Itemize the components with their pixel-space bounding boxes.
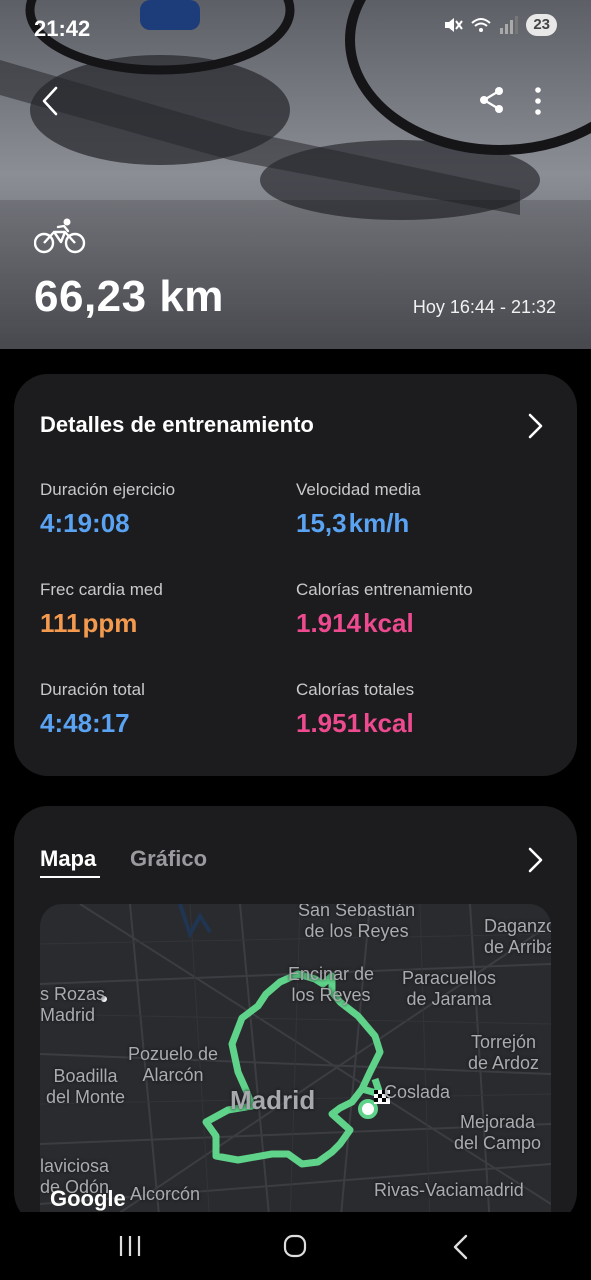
- stat-label: Calorías entrenamiento: [296, 580, 473, 599]
- map-label-torrejon: Torrejón de Ardoz: [468, 1032, 540, 1073]
- stat-value: 15,3km/h: [296, 508, 410, 538]
- recent-apps-icon[interactable]: [118, 1234, 142, 1258]
- route-map[interactable]: San Sebastián de los Reyes Daganzo de Arri…: [40, 904, 551, 1226]
- tab-chart[interactable]: Gráfico: [130, 846, 207, 872]
- wifi-icon: [471, 18, 491, 32]
- chevron-right-icon[interactable]: [522, 412, 548, 440]
- stat-label: Duración total: [40, 680, 145, 699]
- back-arrow-icon[interactable]: [34, 84, 68, 118]
- more-options-icon[interactable]: [528, 86, 548, 116]
- workout-details-card[interactable]: Detalles de entrenamiento Duración ejerc…: [14, 374, 577, 776]
- stat-value: 1.914kcal: [296, 608, 414, 638]
- stat-value: 4:48:17: [40, 708, 130, 738]
- chevron-right-icon[interactable]: [522, 846, 548, 874]
- map-label-pozuelo: Pozuelo de Alarcón: [128, 1044, 219, 1085]
- map-label-boadilla: Boadilla del Monte: [46, 1066, 126, 1107]
- battery-indicator: 23: [526, 14, 557, 36]
- home-icon[interactable]: [283, 1234, 307, 1258]
- stat-average-speed: Velocidad media 15,3km/h: [296, 480, 421, 539]
- active-tab-indicator: [40, 876, 100, 878]
- map-card: Mapa Gráfico San Sebastián de los Reyes …: [14, 806, 577, 1226]
- back-icon[interactable]: [452, 1234, 470, 1260]
- time-range: Hoy 16:44 - 21:32: [412, 297, 556, 317]
- hero-banner: 21:42 23 66,23 km Hoy 16:44 - 21:32: [0, 0, 591, 349]
- stat-value: 4:19:08: [40, 508, 130, 538]
- distance-value: 66,23 km: [34, 272, 224, 321]
- mute-icon: [445, 18, 464, 32]
- status-time: 21:42: [34, 16, 91, 41]
- stat-total-duration: Duración total 4:48:17: [40, 680, 145, 739]
- start-marker: [358, 1099, 378, 1119]
- stat-value: 111ppm: [40, 608, 138, 638]
- tab-map[interactable]: Mapa: [40, 846, 96, 872]
- stat-heart-rate: Frec cardia med 111ppm: [40, 580, 163, 639]
- stat-label: Frec cardia med: [40, 580, 163, 599]
- map-label-madrid: Madrid: [230, 1085, 316, 1115]
- google-attribution: Google: [50, 1186, 126, 1211]
- map-label-san-sebastian: San Sebastián de los Reyes: [298, 904, 416, 941]
- map-label-alcorcon: Alcorcón: [130, 1184, 201, 1204]
- map-label-encinar: Encinar de los Reyes: [288, 964, 375, 1005]
- stat-total-calories: Calorías totales 1.951kcal: [296, 680, 414, 739]
- stat-workout-calories: Calorías entrenamiento 1.914kcal: [296, 580, 473, 639]
- stat-label: Velocidad media: [296, 480, 421, 499]
- map-label-las-rozas: s Rozas Madrid: [40, 984, 106, 1025]
- map-label-coslada: Coslada: [384, 1082, 451, 1102]
- card-title: Detalles de entrenamiento: [40, 412, 314, 437]
- stat-value: 1.951kcal: [296, 708, 414, 738]
- map-label-paracuellos: Paracuellos de Jarama: [402, 968, 497, 1009]
- stat-label: Calorías totales: [296, 680, 415, 699]
- map-label-daganzo: Daganzo de Arriba: [484, 916, 551, 957]
- stat-exercise-duration: Duración ejercicio 4:19:08: [40, 480, 175, 539]
- signal-icon: [500, 16, 519, 34]
- share-icon[interactable]: [478, 86, 506, 114]
- status-icons: 23: [442, 14, 557, 36]
- system-navigation-bar: [0, 1212, 591, 1280]
- map-label-rivas: Rivas-Vaciamadrid: [374, 1180, 524, 1200]
- map-label-mejorada: Mejorada del Campo: [454, 1112, 542, 1153]
- stat-label: Duración ejercicio: [40, 480, 176, 499]
- bike-icon: [34, 218, 86, 254]
- status-bar: 21:42 23: [0, 0, 591, 56]
